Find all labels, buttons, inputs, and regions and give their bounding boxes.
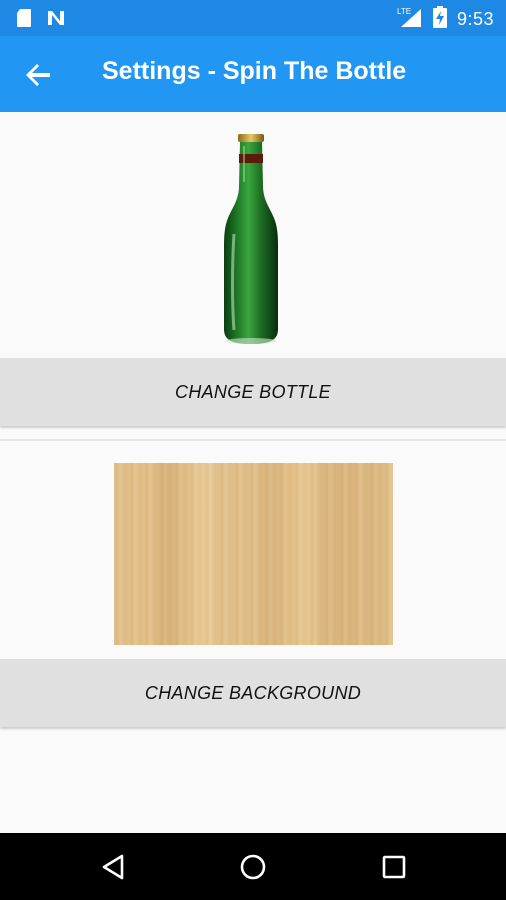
app-bar: Settings - Spin The Bottle [0,36,506,112]
status-left-icons [16,8,66,33]
arrow-left-icon [26,64,50,86]
background-preview-image [114,463,393,645]
svg-text:LTE: LTE [397,7,411,16]
battery-charging-icon [432,6,447,33]
home-circle-icon [240,854,266,880]
change-background-label: CHANGE BACKGROUND [144,682,362,703]
back-triangle-icon [102,854,124,880]
nav-recents-button[interactable] [378,851,410,883]
lte-signal-icon: LTE [397,6,423,33]
page-title: Settings - Spin The Bottle [102,57,407,85]
bottle-image [224,134,278,344]
nav-home-button[interactable] [237,851,269,883]
status-bar: LTE 9:53 [0,0,506,36]
status-right-icons: LTE 9:53 [397,6,494,33]
status-time: 9:53 [456,9,494,29]
section-divider [0,439,506,441]
change-background-button[interactable]: CHANGE BACKGROUND [0,659,506,727]
change-bottle-label: CHANGE BOTTLE [175,381,331,402]
change-bottle-button[interactable]: CHANGE BOTTLE [0,358,506,426]
nav-back-button[interactable] [98,851,130,883]
sd-card-icon [16,8,32,33]
back-button[interactable] [22,58,56,92]
bottle-preview-area [0,112,506,358]
n-notification-icon [46,9,66,32]
recents-square-icon [382,855,406,879]
system-nav-bar [0,833,506,900]
